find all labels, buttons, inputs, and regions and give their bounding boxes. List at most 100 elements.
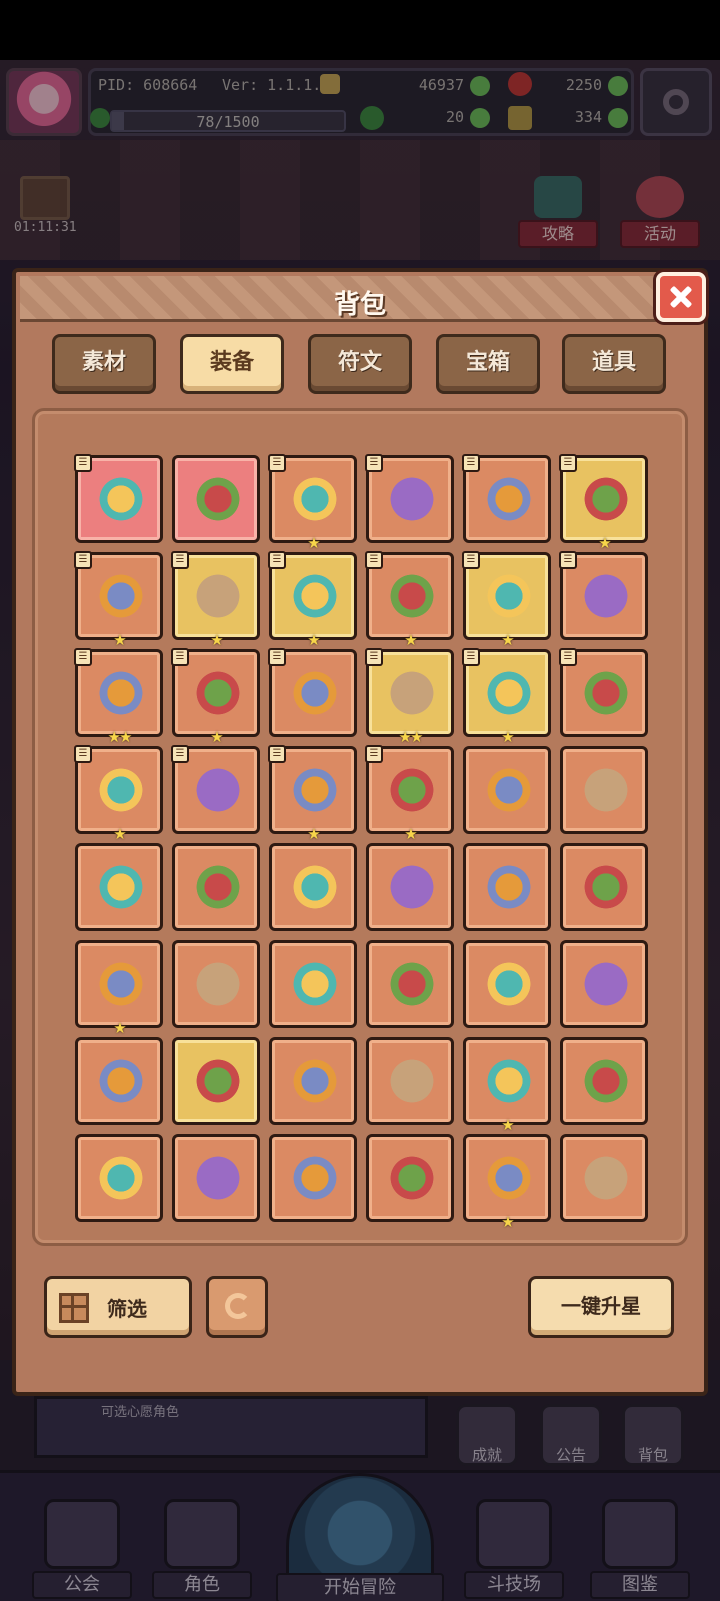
hood-icon [484,862,534,912]
inventory-slot[interactable] [366,1037,454,1125]
inventory-slot[interactable]: ☰ [171,745,260,834]
equipped-tag-icon: ☰ [171,551,189,569]
inventory-slot[interactable] [75,1037,163,1125]
inventory-slot[interactable]: ☰ [365,454,454,543]
inventory-slot[interactable] [269,940,357,1028]
belt-icon [193,668,243,718]
inventory-slot[interactable] [560,843,648,931]
inventory-slot[interactable] [560,746,648,834]
inventory-slot[interactable]: ☰ [559,551,648,640]
inventory-slot[interactable]: ☰ ★★ [74,648,163,746]
inventory-slot[interactable] [75,843,163,931]
inventory-slot[interactable]: ☰ [74,454,163,543]
iron-glove-icon [290,1056,340,1106]
inventory-slot[interactable]: ☰ [268,648,357,737]
close-button[interactable] [656,272,706,322]
equipped-tag-icon: ☰ [365,454,383,472]
shoes-icon [581,668,631,718]
star-medal-icon [581,1153,631,1203]
star-rating: ★ [404,825,417,843]
circlet-icon [96,571,146,621]
tab-items[interactable]: 道具 [562,334,666,394]
gem-icon [193,765,243,815]
inventory-slot[interactable]: ☰ ★ [74,745,163,843]
star-rating: ★★ [107,728,133,746]
crown-icon [193,571,243,621]
inventory-slot[interactable] [172,1134,260,1222]
tab-equipment[interactable]: 装备 [180,334,284,394]
inventory-slot[interactable] [172,1037,260,1125]
filter-button[interactable]: 筛选 [44,1276,192,1338]
inventory-slot[interactable] [560,1037,648,1125]
equipped-tag-icon: ☰ [365,551,383,569]
inventory-slot[interactable]: ☰ ★ [365,551,454,649]
chainmail-icon [193,959,243,1009]
inventory-tabs: 素材 装备 符文 宝箱 道具 [52,334,672,394]
tab-runes[interactable]: 符文 [308,334,412,394]
inventory-slot[interactable] [172,940,260,1028]
sword-icon [96,862,146,912]
inventory-slot[interactable] [463,746,551,834]
equipped-tag-icon: ☰ [171,745,189,763]
heart-charm-icon [484,1153,534,1203]
helmet-icon [193,862,243,912]
staff-icon [193,474,243,524]
equipped-tag-icon: ☰ [462,454,480,472]
tab-chests[interactable]: 宝箱 [436,334,540,394]
inventory-slot[interactable]: ☰ [559,648,648,737]
equipped-tag-icon: ☰ [559,648,577,666]
inventory-slot[interactable]: ☰ ★ [268,745,357,843]
inventory-slot[interactable] [560,940,648,1028]
inventory-slot[interactable] [463,843,551,931]
inventory-slot[interactable]: ☰ ★ [462,648,551,746]
crystal-staff-icon [581,765,631,815]
inventory-slot[interactable]: ☰ ★ [365,745,454,843]
inventory-slot[interactable]: ☰ ★ [559,454,648,552]
star-rating: ★ [113,825,126,843]
star-rating: ★ [501,728,514,746]
inventory-slot[interactable]: ★ [463,1037,551,1134]
gauntlet-icon [484,571,534,621]
dark-glove-icon [484,959,534,1009]
inventory-slot[interactable]: ☰ ★★ [365,648,454,746]
inventory-slot[interactable] [269,1037,357,1125]
star-rating: ★ [210,631,223,649]
inventory-slot[interactable] [366,843,454,931]
scroll-icon [193,1056,243,1106]
inventory-slot[interactable]: ☰ ★ [74,551,163,649]
inventory-slot[interactable]: ★ [463,1134,551,1231]
inventory-slot[interactable]: ☰ ★ [171,551,260,649]
inventory-slot[interactable]: ★ [75,940,163,1037]
inventory-slot[interactable] [269,1134,357,1222]
boots-icon [387,668,437,718]
inventory-slot[interactable]: ☰ [462,454,551,543]
star-rating: ★ [307,825,320,843]
inventory-slot[interactable] [366,940,454,1028]
inventory-slot[interactable] [366,1134,454,1222]
inventory-slot[interactable] [172,843,260,931]
flower-glove-icon [581,959,631,1009]
tab-materials[interactable]: 素材 [52,334,156,394]
modal-title: 背包 [333,290,386,320]
inventory-slot[interactable] [172,455,260,543]
equipped-tag-icon: ☰ [462,551,480,569]
inventory-slot[interactable] [560,1134,648,1222]
inventory-slot[interactable] [269,843,357,931]
equipped-tag-icon: ☰ [74,454,92,472]
inventory-slot[interactable]: ☰ ★ [268,454,357,552]
necklace-icon [96,668,146,718]
inventory-slot[interactable] [75,1134,163,1222]
star-rating: ★ [113,631,126,649]
orb-icon [581,474,631,524]
star-rating: ★ [113,1019,126,1037]
inventory-slot[interactable]: ☰ ★ [171,648,260,746]
inventory-slot[interactable]: ☰ ★ [462,551,551,649]
refresh-button[interactable] [206,1276,268,1338]
modal-header: 背包 [20,276,700,322]
equipped-tag-icon: ☰ [74,745,92,763]
one-click-upgrade-button[interactable]: 一键升星 [528,1276,674,1338]
inventory-slot[interactable] [463,940,551,1028]
inventory-slot[interactable]: ☰ ★ [268,551,357,649]
leaf-armor-icon [290,959,340,1009]
star-rating: ★ [501,1116,514,1134]
